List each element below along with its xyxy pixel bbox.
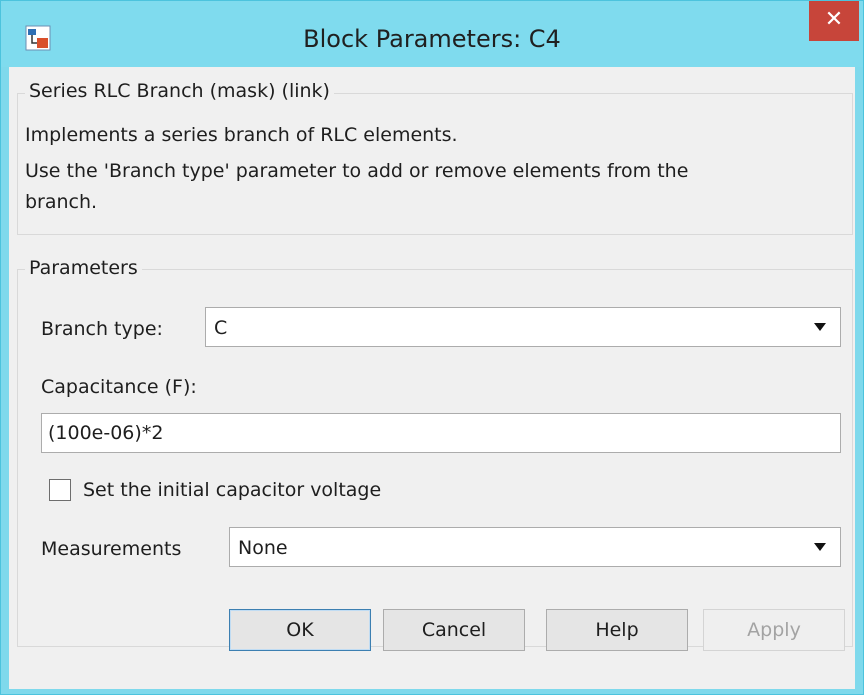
- measurements-value: None: [238, 537, 288, 559]
- parameters-legend: Parameters: [25, 257, 142, 279]
- branch-type-dropdown[interactable]: C: [205, 307, 841, 347]
- initial-voltage-label[interactable]: Set the initial capacitor voltage: [83, 478, 381, 502]
- window-title: Block Parameters: C4: [303, 25, 561, 53]
- measurements-label: Measurements: [41, 538, 182, 560]
- chevron-down-icon: [814, 323, 826, 331]
- cancel-button[interactable]: Cancel: [383, 609, 525, 651]
- measurements-dropdown[interactable]: None: [229, 527, 841, 567]
- title-bar[interactable]: Block Parameters: C4 ✕: [1, 1, 863, 67]
- apply-button[interactable]: Apply: [703, 609, 845, 651]
- chevron-down-icon: [814, 543, 826, 551]
- help-button[interactable]: Help: [546, 609, 688, 651]
- ok-button[interactable]: OK: [229, 609, 371, 651]
- mask-group-legend: Series RLC Branch (mask) (link): [25, 80, 334, 102]
- dialog-window: Block Parameters: C4 ✕ Series RLC Branch…: [0, 0, 864, 695]
- description-line-2: Use the 'Branch type' parameter to add o…: [25, 160, 689, 182]
- capacitance-label: Capacitance (F):: [41, 376, 197, 398]
- dialog-client: Series RLC Branch (mask) (link) Implemen…: [9, 67, 855, 689]
- branch-type-value: C: [214, 317, 228, 339]
- branch-type-label: Branch type:: [41, 318, 163, 340]
- close-icon[interactable]: ✕: [809, 1, 859, 41]
- description-line-1: Implements a series branch of RLC elemen…: [25, 124, 458, 146]
- description-line-3: branch.: [25, 191, 98, 213]
- initial-voltage-checkbox[interactable]: [49, 479, 71, 501]
- capacitance-field[interactable]: [41, 413, 841, 453]
